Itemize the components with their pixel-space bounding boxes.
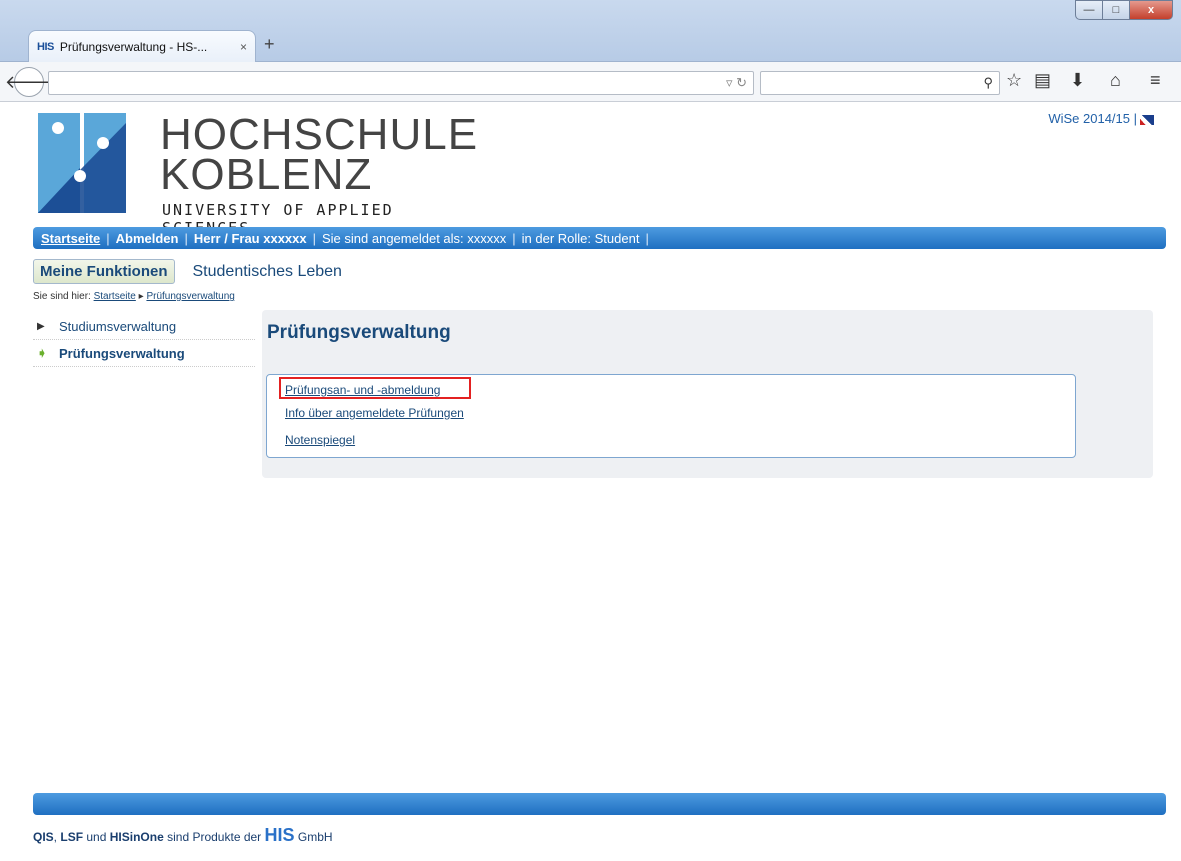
abmelden-link[interactable]: Abmelden: [116, 231, 179, 246]
new-tab-button[interactable]: +: [264, 34, 275, 55]
download-icon[interactable]: ⬇: [1070, 70, 1085, 91]
separator: |: [645, 230, 649, 246]
footer: QIS, LSF und HISinOne sind Produkte der …: [33, 825, 333, 845]
link-box: Prüfungsan- und -abmeldung Info über ang…: [266, 374, 1076, 458]
url-bar[interactable]: ▿ ↻: [48, 71, 754, 95]
breadcrumb-current-link[interactable]: Prüfungsverwaltung: [146, 291, 234, 302]
bookmark-star-icon[interactable]: ☆: [1006, 70, 1022, 91]
triangle-right-icon: ▶: [37, 320, 45, 332]
minimize-button[interactable]: —: [1075, 0, 1103, 20]
sidebar-item-pruefungsverwaltung[interactable]: ➧ Prüfungsverwaltung: [33, 340, 255, 367]
function-nav: Meine Funktionen Studentisches Leben: [33, 259, 342, 284]
separator: |: [184, 230, 188, 246]
tab-title: Prüfungsverwaltung - HS-...: [59, 39, 208, 54]
logo-koblenz-text: KOBLENZ: [160, 150, 373, 199]
his-favicon-icon: HIS: [37, 40, 54, 53]
main-content: Prüfungsverwaltung Prüfungsan- und -abme…: [262, 310, 1153, 478]
logged-in-as-text: Sie sind angemeldet als: xxxxxx: [322, 230, 507, 246]
sidebar: ▶ Studiumsverwaltung ➧ Prüfungsverwaltun…: [33, 313, 255, 367]
back-button[interactable]: 🡐: [5, 67, 53, 97]
search-icon[interactable]: ⚲: [983, 75, 993, 91]
separator: |: [312, 230, 316, 246]
user-bar: Startseite | Abmelden | Herr / Frau xxxx…: [33, 227, 1166, 249]
logo-mark-icon: [38, 113, 126, 213]
pruefungsan-abmeldung-link[interactable]: Prüfungsan- und -abmeldung: [285, 383, 440, 397]
footer-bar: [33, 793, 1166, 815]
semester-label[interactable]: WiSe 2014/15 |: [1048, 111, 1154, 126]
close-window-button[interactable]: x: [1129, 0, 1173, 20]
home-icon[interactable]: ⌂: [1110, 70, 1121, 91]
info-angemeldete-pruefungen-link[interactable]: Info über angemeldete Prüfungen: [285, 406, 464, 420]
breadcrumb: Sie sind hier: Startseite ▸ Prüfungsverw…: [33, 291, 235, 302]
browser-titlebar: HIS Prüfungsverwaltung - HS-... × + — □ …: [0, 0, 1181, 62]
back-arrow-icon: 🡐: [4, 71, 54, 92]
window-controls: — □ x: [1075, 0, 1173, 20]
green-arrow-icon: ➧: [37, 346, 48, 360]
notenspiegel-link[interactable]: Notenspiegel: [285, 433, 355, 447]
search-input[interactable]: ⚲: [760, 71, 1000, 95]
bookmarks-list-icon[interactable]: ▤: [1034, 70, 1051, 91]
tab-meine-funktionen[interactable]: Meine Funktionen: [33, 259, 175, 284]
reload-icon[interactable]: ▿ ↻: [726, 75, 747, 91]
page-title: Prüfungsverwaltung: [267, 322, 451, 343]
separator: |: [512, 230, 516, 246]
his-logo[interactable]: HIS: [265, 825, 295, 845]
tab-studentisches-leben[interactable]: Studentisches Leben: [193, 263, 342, 281]
role-text: in der Rolle: Student: [521, 230, 640, 246]
page: HOCHSCHULE KOBLENZ UNIVERSITY OF APPLIED…: [28, 103, 1168, 861]
sidebar-item-studiumsverwaltung[interactable]: ▶ Studiumsverwaltung: [33, 313, 255, 340]
browser-tab[interactable]: HIS Prüfungsverwaltung - HS-... ×: [28, 30, 256, 62]
startseite-link[interactable]: Startseite: [41, 231, 100, 246]
hochschule-logo[interactable]: HOCHSCHULE KOBLENZ UNIVERSITY OF APPLIED…: [38, 113, 477, 237]
browser-navbar: 🡐 ▿ ↻ ⚲ ☆ ▤ ⬇ ⌂ ≡: [0, 62, 1181, 102]
uk-flag-icon[interactable]: [1140, 114, 1154, 125]
maximize-button[interactable]: □: [1102, 0, 1130, 20]
breadcrumb-startseite-link[interactable]: Startseite: [94, 291, 136, 302]
user-name-link[interactable]: Herr / Frau xxxxxx: [194, 231, 307, 246]
separator: |: [106, 230, 110, 246]
menu-icon[interactable]: ≡: [1150, 70, 1161, 91]
tab-close-icon[interactable]: ×: [240, 40, 247, 54]
